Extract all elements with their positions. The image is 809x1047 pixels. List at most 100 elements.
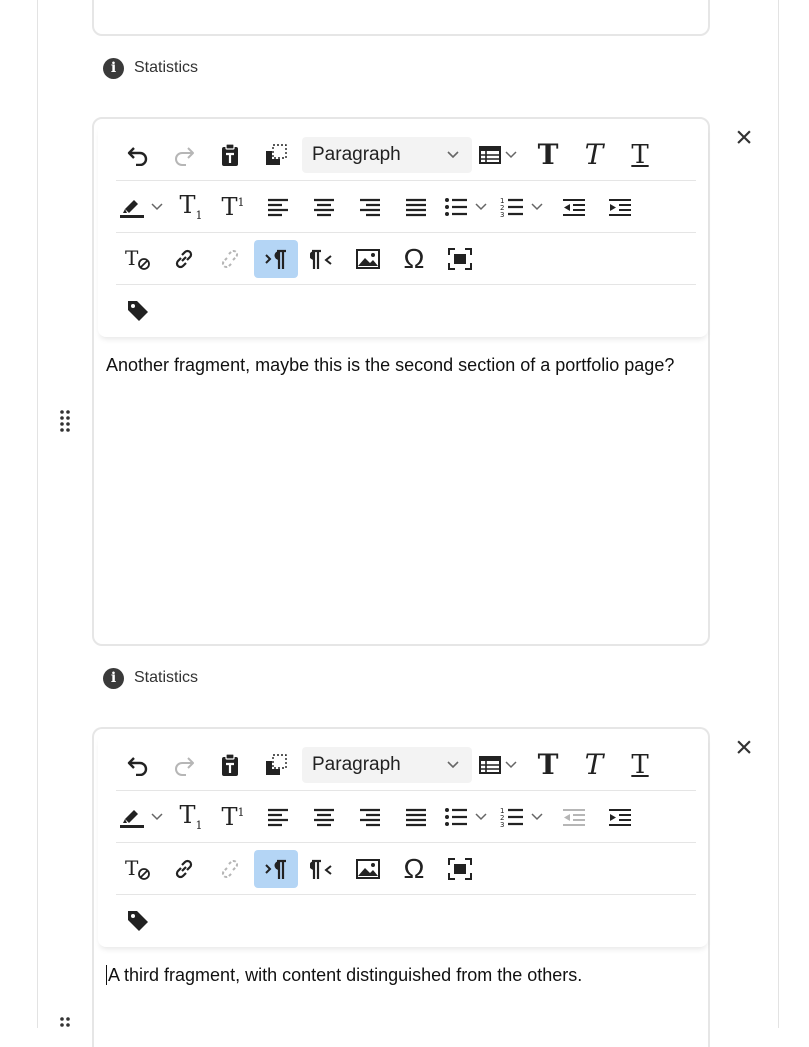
unlink-icon[interactable]: [208, 240, 252, 278]
align-center-icon[interactable]: [302, 798, 346, 836]
highlight-color-icon[interactable]: [116, 798, 148, 836]
superscript-icon[interactable]: T1: [212, 188, 254, 226]
special-char-icon[interactable]: Ω: [392, 240, 436, 278]
chevron-down-icon[interactable]: [502, 136, 520, 174]
statistics-toggle[interactable]: i Statistics: [103, 56, 198, 80]
superscript-icon[interactable]: T1: [212, 798, 254, 836]
redo-icon[interactable]: [162, 136, 206, 174]
ltr-direction-icon[interactable]: [254, 239, 298, 278]
link-icon[interactable]: [162, 850, 206, 888]
bulleted-list-icon[interactable]: [440, 188, 472, 226]
chevron-down-icon[interactable]: [148, 188, 166, 226]
info-icon: i: [103, 667, 124, 689]
editor-toolbar: Paragraph T T T T1 T1 1 2 3 T Ω: [98, 733, 708, 947]
block-format-select[interactable]: Paragraph: [302, 746, 472, 783]
editor-3[interactable]: Paragraph T T T T1 T1 1 2 3 T Ω A third …: [92, 727, 710, 1047]
previous-editor[interactable]: [92, 0, 710, 36]
tag-icon[interactable]: [116, 292, 160, 330]
editor-content[interactable]: A third fragment, with content distingui…: [106, 965, 582, 986]
toolbar-row-2: T1 T1 123: [116, 791, 696, 843]
undo-icon[interactable]: [116, 746, 160, 784]
fullscreen-icon[interactable]: [438, 240, 482, 278]
toolbar-row-3: T Ω: [116, 233, 696, 285]
image-icon[interactable]: [346, 850, 390, 888]
indent-icon[interactable]: [598, 798, 642, 836]
toolbar-row-4: [116, 285, 696, 337]
remove-format-icon[interactable]: T: [116, 240, 160, 278]
outdent-icon[interactable]: [552, 188, 596, 226]
redo-icon[interactable]: [162, 746, 206, 784]
editor-content[interactable]: Another fragment, maybe this is the seco…: [106, 355, 674, 376]
undo-icon[interactable]: [116, 136, 160, 174]
block-format-label: Paragraph: [312, 753, 401, 775]
table-icon[interactable]: [478, 746, 502, 784]
underline-icon[interactable]: T: [618, 136, 662, 174]
block-format-select[interactable]: Paragraph: [302, 136, 472, 173]
chevron-down-icon[interactable]: [472, 798, 490, 836]
paste-from-word-icon[interactable]: [254, 136, 298, 174]
align-left-icon[interactable]: [256, 188, 300, 226]
chevron-down-icon: [447, 760, 459, 768]
justify-icon[interactable]: [394, 188, 438, 226]
remove-format-icon[interactable]: T: [116, 850, 160, 888]
numbered-list-icon[interactable]: 123: [496, 188, 528, 226]
paste-from-word-icon[interactable]: [254, 746, 298, 784]
italic-icon[interactable]: T: [572, 136, 616, 174]
table-icon[interactable]: [478, 136, 502, 174]
toolbar-row-4: [116, 895, 696, 947]
chevron-down-icon[interactable]: [148, 798, 166, 836]
bulleted-list-icon[interactable]: [440, 798, 472, 836]
drag-handle-icon[interactable]: [58, 1016, 72, 1040]
ltr-direction-icon[interactable]: [254, 849, 298, 888]
fullscreen-icon[interactable]: [438, 850, 482, 888]
paste-text-icon[interactable]: [208, 746, 252, 784]
block-format-label: Paragraph: [312, 143, 401, 165]
svg-text:T: T: [125, 247, 139, 270]
chevron-down-icon: [447, 150, 459, 158]
justify-icon[interactable]: [394, 798, 438, 836]
svg-text:3: 3: [500, 211, 504, 218]
chevron-down-icon[interactable]: [528, 798, 546, 836]
align-center-icon[interactable]: [302, 188, 346, 226]
toolbar-row-2: T1 T1 123: [116, 181, 696, 233]
close-icon[interactable]: ×: [730, 123, 758, 153]
subscript-icon[interactable]: T1: [172, 798, 210, 836]
rtl-direction-icon[interactable]: [300, 850, 344, 888]
paste-text-icon[interactable]: [208, 136, 252, 174]
toolbar-row-1: Paragraph T T T: [116, 129, 696, 181]
chevron-down-icon[interactable]: [472, 188, 490, 226]
info-icon: i: [103, 57, 124, 79]
indent-icon[interactable]: [598, 188, 642, 226]
chevron-down-icon[interactable]: [528, 188, 546, 226]
statistics-toggle[interactable]: i Statistics: [103, 666, 198, 690]
editor-text: A third fragment, with content distingui…: [108, 965, 583, 985]
chevron-down-icon[interactable]: [502, 746, 520, 784]
drag-handle-icon[interactable]: [58, 409, 72, 433]
rtl-direction-icon[interactable]: [300, 240, 344, 278]
align-left-icon[interactable]: [256, 798, 300, 836]
svg-text:T: T: [125, 857, 139, 880]
bold-icon[interactable]: T: [526, 136, 570, 174]
align-right-icon[interactable]: [348, 188, 392, 226]
subscript-icon[interactable]: T1: [172, 188, 210, 226]
underline-icon[interactable]: T: [618, 746, 662, 784]
link-icon[interactable]: [162, 240, 206, 278]
image-icon[interactable]: [346, 240, 390, 278]
close-icon[interactable]: ×: [730, 733, 758, 763]
align-right-icon[interactable]: [348, 798, 392, 836]
statistics-label: Statistics: [134, 669, 199, 686]
italic-icon[interactable]: T: [572, 746, 616, 784]
toolbar-row-1: Paragraph T T T: [116, 739, 696, 791]
editor-toolbar: Paragraph T T T T1 T1 1 2 3 T Ω: [98, 123, 708, 337]
editor-2[interactable]: Paragraph T T T T1 T1 1 2 3 T Ω Another …: [92, 117, 710, 646]
toolbar-row-3: T Ω: [116, 843, 696, 895]
text-caret: [106, 965, 107, 985]
statistics-label: Statistics: [134, 59, 199, 76]
numbered-list-icon[interactable]: 123: [496, 798, 528, 836]
bold-icon[interactable]: T: [526, 746, 570, 784]
tag-icon[interactable]: [116, 902, 160, 940]
unlink-icon[interactable]: [208, 850, 252, 888]
highlight-color-icon[interactable]: [116, 188, 148, 226]
outdent-icon[interactable]: [552, 798, 596, 836]
special-char-icon[interactable]: Ω: [392, 850, 436, 888]
